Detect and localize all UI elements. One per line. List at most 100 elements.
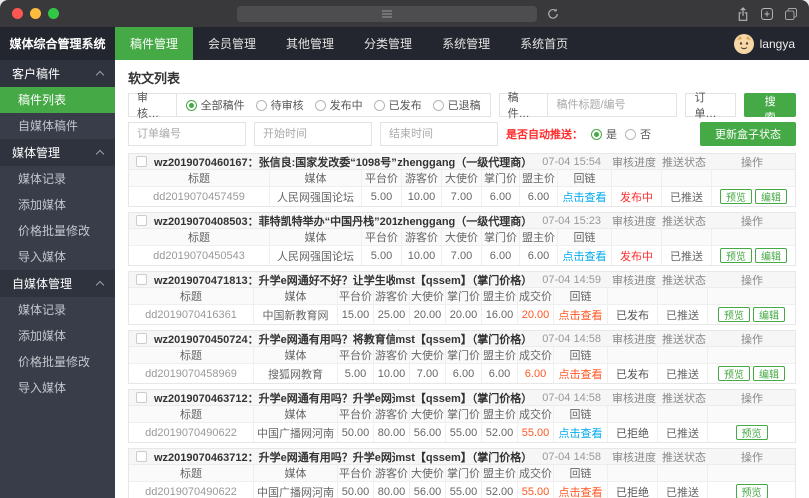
- minimize-window-button[interactable]: [30, 8, 41, 19]
- radio-auto-push-no[interactable]: 否: [625, 126, 651, 142]
- col-ambassador-label: 大使价: [409, 465, 445, 481]
- search-button[interactable]: 搜索: [744, 93, 797, 124]
- nav-item-manuscript-management[interactable]: 稿件管理: [115, 27, 194, 60]
- radio-auto-push-yes[interactable]: 是: [591, 126, 617, 142]
- preview-button[interactable]: 预览: [718, 307, 750, 322]
- deal-price-cell: 6.00: [517, 364, 553, 383]
- price-cell: 80.00: [373, 482, 409, 498]
- end-time-input[interactable]: [380, 122, 498, 146]
- price-cell: 7.00: [441, 187, 481, 206]
- sidebar-item-self-media-manuscripts[interactable]: 自媒体稿件: [0, 113, 115, 139]
- media-cell: 中国广播网河南: [253, 423, 337, 442]
- chevron-up-icon: [95, 70, 105, 80]
- order-no-input[interactable]: [128, 122, 246, 146]
- preview-button[interactable]: 预览: [735, 425, 768, 440]
- sidebar-item-media-records[interactable]: 媒体记录: [0, 166, 115, 192]
- entry-agent: mst【qssem】（掌门价格）: [395, 451, 533, 464]
- radio-label: 发布中: [329, 100, 363, 112]
- radio-publishing[interactable]: 发布中: [314, 97, 363, 113]
- col-push-label: 推送状态: [662, 392, 706, 405]
- edit-button[interactable]: 编辑: [755, 189, 787, 204]
- price-cell: 15.00: [337, 305, 373, 324]
- radio-label: 待审核: [270, 100, 304, 112]
- close-window-button[interactable]: [12, 8, 23, 19]
- new-tab-icon[interactable]: [761, 7, 773, 20]
- order-filter-label: 订单…: [694, 92, 717, 120]
- view-link[interactable]: 点击查看: [553, 482, 607, 498]
- nav-item-other-management[interactable]: 其他管理: [271, 27, 349, 60]
- start-time-input[interactable]: [254, 122, 372, 146]
- price-cell: 10.00: [401, 246, 441, 265]
- update-box-status-button[interactable]: 更新盒子状态: [700, 122, 796, 146]
- entry-data-row: dd2019070458969 搜狐网教育 5.00 10.00 7.00 6.…: [129, 363, 795, 383]
- entry-checkbox[interactable]: [136, 451, 147, 462]
- radio-rejected[interactable]: 已退稿: [432, 97, 481, 113]
- sidebar-section-customer-manuscripts[interactable]: 客户稿件: [0, 60, 115, 87]
- entry-checkbox[interactable]: [136, 156, 147, 167]
- view-link[interactable]: 点击查看: [557, 246, 611, 265]
- media-cell: 中国新教育网: [253, 305, 337, 324]
- radio-published[interactable]: 已发布: [373, 97, 422, 113]
- maximize-window-button[interactable]: [48, 8, 59, 19]
- nav-item-member-management[interactable]: 会员管理: [193, 27, 271, 60]
- preview-button[interactable]: 预览: [720, 189, 752, 204]
- spacer-cell: [711, 170, 795, 186]
- entry-checkbox[interactable]: [136, 392, 147, 403]
- view-link[interactable]: 点击查看: [553, 305, 607, 324]
- sidebar-item-batch-price-edit[interactable]: 价格批量修改: [0, 218, 115, 244]
- radio-pending-review[interactable]: 待审核: [255, 97, 304, 113]
- sidebar-item-add-media[interactable]: 添加媒体: [0, 192, 115, 218]
- article-search-input[interactable]: [548, 94, 677, 116]
- price-cell: 7.00: [441, 246, 481, 265]
- spacer-cell: [707, 465, 795, 481]
- radio-all-articles[interactable]: 全部稿件: [185, 97, 245, 113]
- address-bar[interactable]: [237, 5, 537, 22]
- col-audit-label: 审核进度: [612, 215, 656, 228]
- edit-button[interactable]: 编辑: [753, 366, 785, 381]
- main-content: 软文列表 审核… 全部稿件 待审核 发布中 已发布 已退稿 稿件… 稿件标题/编…: [115, 60, 809, 498]
- user-menu[interactable]: langya: [733, 27, 809, 60]
- col-ambassador-label: 大使价: [441, 170, 481, 186]
- entry-date: 07-04 14:58: [542, 332, 601, 345]
- nav-item-system-home[interactable]: 系统首页: [505, 27, 583, 60]
- nav-item-category-management[interactable]: 分类管理: [349, 27, 427, 60]
- sidebar-item-media-records-2[interactable]: 媒体记录: [0, 297, 115, 323]
- preview-button[interactable]: 预览: [718, 366, 750, 381]
- price-cell: 55.00: [445, 423, 481, 442]
- article-entry: wz2019070463712：升学e网通有用吗？升学e网通的特色 mst【qs…: [128, 448, 796, 498]
- col-leader-label: 盟主价: [481, 288, 517, 304]
- col-media-label: 媒体: [253, 347, 337, 363]
- entry-checkbox[interactable]: [136, 333, 147, 344]
- col-master-label: 掌门价: [445, 406, 481, 422]
- sidebar-item-batch-price-edit-2[interactable]: 价格批量修改: [0, 349, 115, 375]
- sidebar-item-add-media-2[interactable]: 添加媒体: [0, 323, 115, 349]
- refresh-icon[interactable]: [547, 8, 559, 20]
- view-link[interactable]: 点击查看: [557, 187, 611, 206]
- view-link[interactable]: 点击查看: [553, 423, 607, 442]
- sidebar-item-manuscript-list[interactable]: 稿件列表: [0, 87, 115, 113]
- push-status: 已推送: [661, 246, 711, 265]
- tabs-overview-icon[interactable]: [785, 7, 797, 20]
- share-icon[interactable]: [737, 6, 749, 21]
- edit-button[interactable]: 编辑: [753, 307, 785, 322]
- col-media-label: 媒体: [269, 170, 361, 186]
- edit-button[interactable]: 编辑: [755, 248, 787, 263]
- sidebar-item-import-media-2[interactable]: 导入媒体: [0, 375, 115, 401]
- preview-button[interactable]: 预览: [720, 248, 752, 263]
- entry-data-row: dd2019070450543 人民网强国论坛 5.00 10.00 7.00 …: [129, 245, 795, 265]
- actions-cell: 预览 编辑: [707, 364, 795, 383]
- push-status: 已推送: [661, 187, 711, 206]
- col-title-label: 标题: [188, 173, 210, 185]
- sidebar-section-media-management[interactable]: 媒体管理: [0, 139, 115, 166]
- sidebar-section-self-media-management[interactable]: 自媒体管理: [0, 270, 115, 297]
- preview-button[interactable]: 预览: [735, 484, 768, 498]
- sidebar-item-import-media[interactable]: 导入媒体: [0, 244, 115, 270]
- nav-item-system-management[interactable]: 系统管理: [427, 27, 505, 60]
- entry-data-row: dd2019070457459 人民网强国论坛 5.00 10.00 7.00 …: [129, 186, 795, 206]
- view-link[interactable]: 点击查看: [553, 364, 607, 383]
- entry-title: wz2019070471813：升学e网通好不好？让学生收获不一样的成长！: [154, 274, 396, 287]
- col-action-label: 操作: [741, 215, 763, 228]
- entry-checkbox[interactable]: [136, 274, 147, 285]
- col-media-label: 媒体: [253, 406, 337, 422]
- entry-checkbox[interactable]: [136, 215, 147, 226]
